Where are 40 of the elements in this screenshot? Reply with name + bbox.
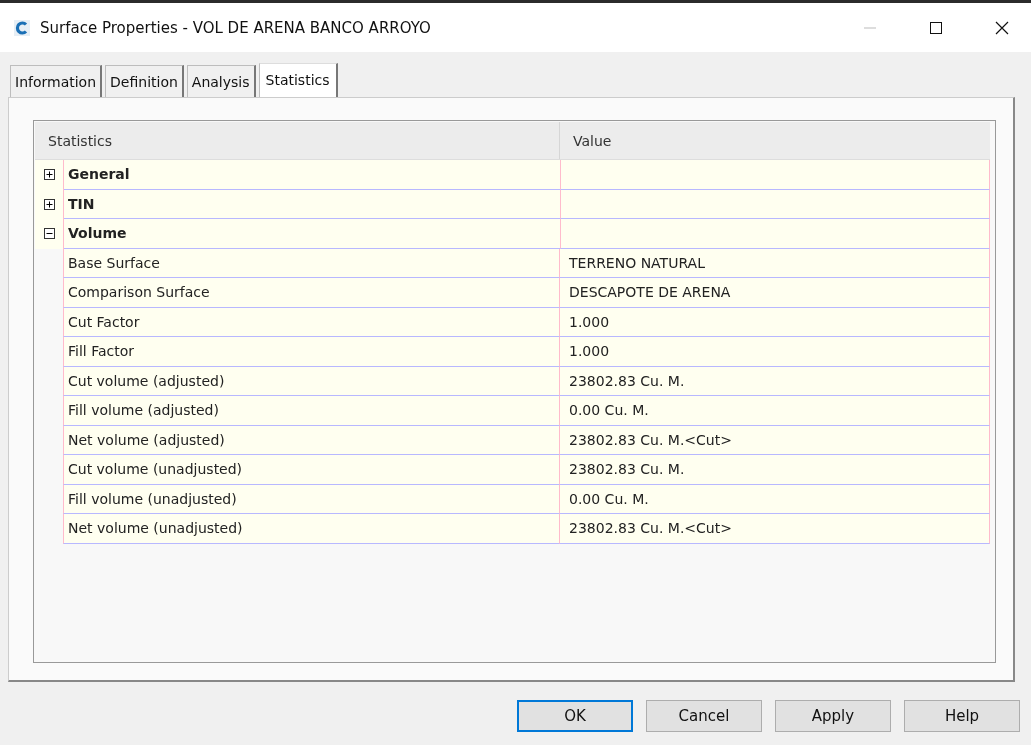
category-label[interactable]: TIN	[64, 189, 561, 219]
column-header[interactable]: Value	[560, 122, 990, 159]
property-name: Fill volume (unadjusted)	[63, 484, 560, 514]
dialog-button[interactable]: OK	[517, 700, 633, 732]
property-name: Fill volume (adjusted)	[63, 396, 560, 426]
collapse-icon[interactable]	[43, 228, 55, 240]
close-icon[interactable]	[995, 20, 1009, 35]
property-value: 23802.83 Cu. M.<Cut>	[560, 514, 990, 544]
dialog-button[interactable]: Cancel	[646, 700, 762, 732]
property-value: 23802.83 Cu. M.	[560, 455, 990, 485]
tab[interactable]: Statistics	[258, 63, 338, 97]
app-logo-icon	[14, 19, 30, 36]
tab[interactable]: Definition	[105, 65, 184, 97]
property-value: 1.000	[560, 337, 990, 367]
tab[interactable]: Information	[10, 65, 103, 97]
maximize-icon[interactable]	[929, 20, 943, 35]
property-value: 23802.83 Cu. M.	[560, 366, 990, 396]
tab[interactable]: Analysis	[186, 65, 256, 97]
property-name: Cut volume (unadjusted)	[63, 455, 560, 485]
property-value: 0.00 Cu. M.	[560, 484, 990, 514]
category-label[interactable]: General	[64, 160, 561, 190]
property-value: 1.000	[560, 307, 990, 337]
property-name: Comparison Surface	[63, 278, 560, 308]
property-value: 23802.83 Cu. M.<Cut>	[560, 425, 990, 455]
property-name: Base Surface	[63, 248, 560, 278]
property-value: 0.00 Cu. M.	[560, 396, 990, 426]
expand-icon[interactable]	[43, 198, 55, 210]
property-name: Fill Factor	[63, 337, 560, 367]
property-name: Net volume (unadjusted)	[63, 514, 560, 544]
property-name: Cut Factor	[63, 307, 560, 337]
dialog-button[interactable]: Help	[904, 700, 1020, 732]
dialog-button[interactable]: Apply	[775, 700, 891, 732]
property-name: Net volume (adjusted)	[63, 425, 560, 455]
property-value: DESCAPOTE DE ARENA	[560, 278, 990, 308]
property-value: TERRENO NATURAL	[560, 248, 990, 278]
category-label[interactable]: Volume	[64, 219, 561, 249]
expand-icon[interactable]	[43, 169, 55, 181]
column-header[interactable]: Statistics	[35, 122, 560, 159]
property-name: Cut volume (adjusted)	[63, 366, 560, 396]
window-title: Surface Properties - VOL DE ARENA BANCO ARROYO	[40, 18, 432, 37]
